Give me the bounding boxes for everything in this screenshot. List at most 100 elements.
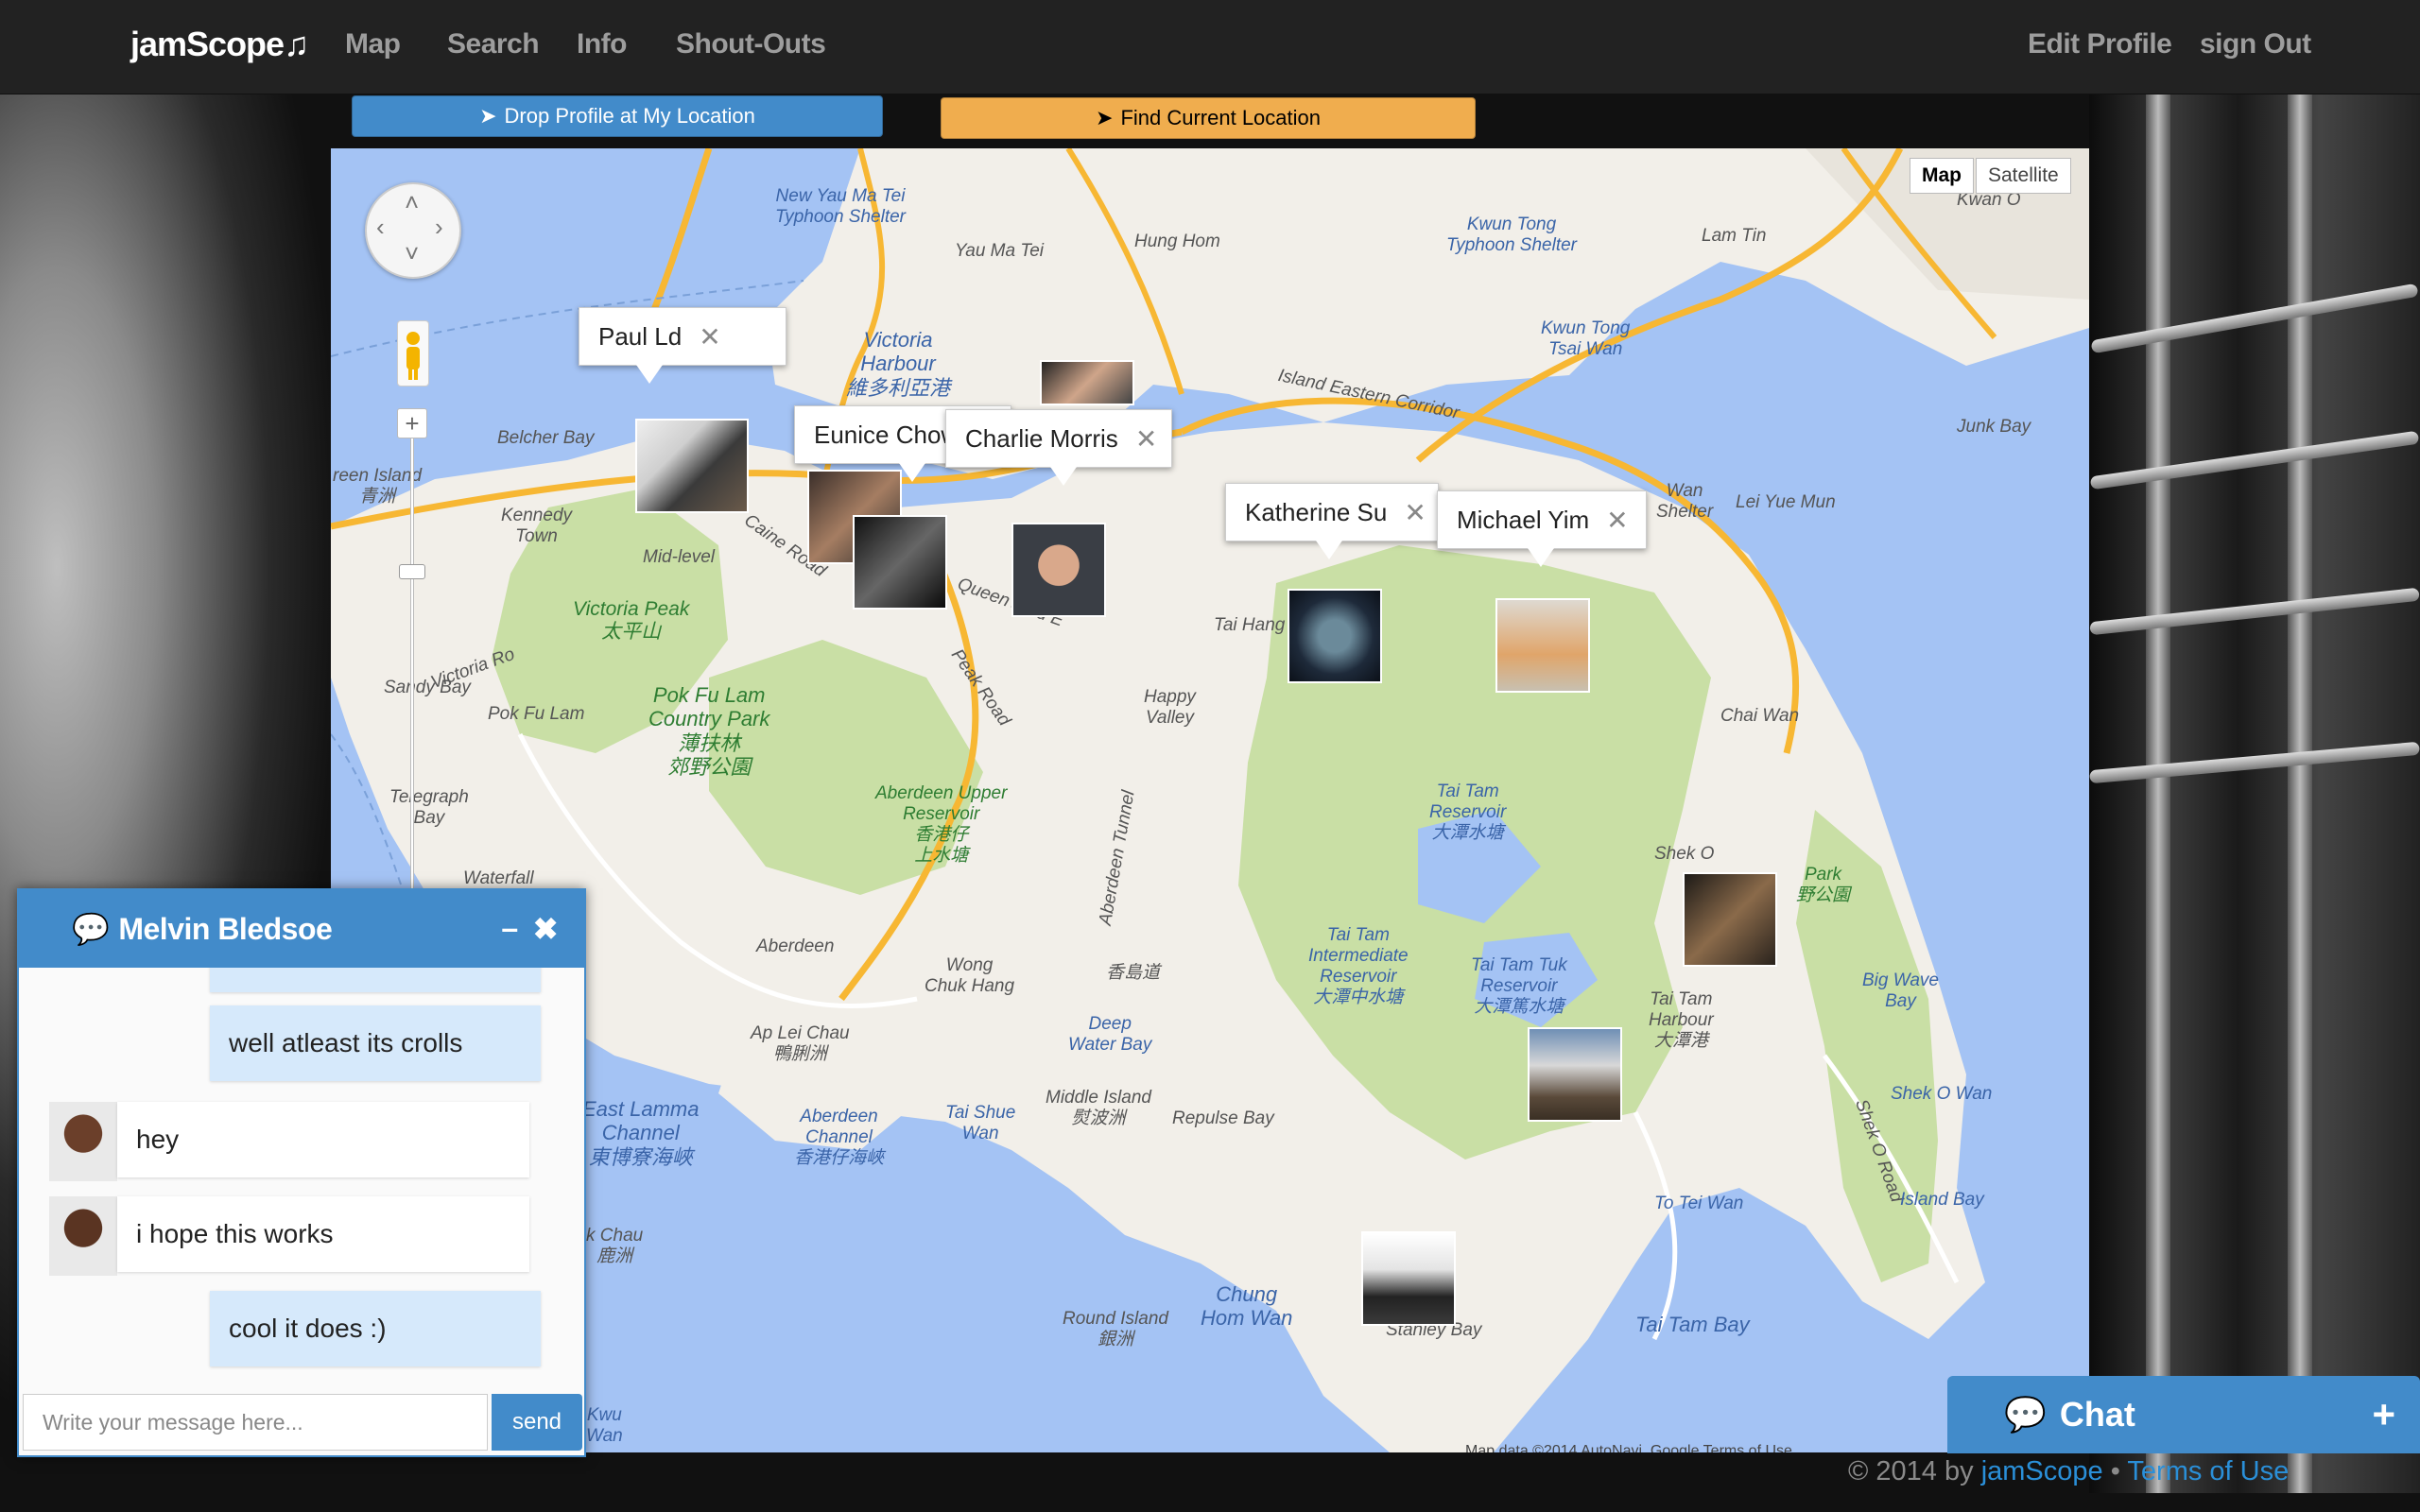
marker-avatar-michael-yim[interactable]	[1495, 598, 1590, 693]
pegman-figure	[406, 332, 420, 380]
chevron-down-icon[interactable]: ˅	[405, 239, 419, 268]
minimize-icon[interactable]: –	[501, 911, 518, 947]
footer-brand-link[interactable]: jamScope	[1981, 1456, 2103, 1486]
map-label: East Lamma Channel 東博寮海峽	[582, 1097, 700, 1169]
map-type-satellite-button[interactable]: Satellite	[1976, 158, 2071, 194]
footer: © 2014 by jamScope • Terms of Use	[1848, 1456, 2289, 1487]
map-label: Park 野公園	[1796, 865, 1851, 905]
chevron-left-icon[interactable]: ‹	[376, 213, 385, 242]
chat-tab[interactable]: 💬 Chat +	[1947, 1376, 2420, 1453]
map-label: Deep Water Bay	[1068, 1014, 1152, 1055]
plus-icon[interactable]: +	[2372, 1392, 2395, 1437]
guitar-string	[2089, 741, 2420, 784]
drop-profile-label: Drop Profile at My Location	[504, 104, 755, 128]
map-label: Kwu Wan	[586, 1405, 623, 1446]
marker-avatar-group[interactable]	[1683, 872, 1777, 967]
map-copyright[interactable]: Map data ©2014 AutoNavi, Google Terms of…	[1465, 1443, 1792, 1452]
marker-avatar-bw-photo[interactable]	[853, 515, 947, 610]
nav-map[interactable]: Map	[345, 28, 401, 60]
nav-search[interactable]: Search	[447, 28, 540, 60]
location-arrow-icon: ➤	[479, 104, 497, 128]
marker-avatar-paul-ld[interactable]	[635, 419, 749, 513]
map-label: Ap Lei Chau 鴨脷洲	[751, 1023, 850, 1064]
drop-profile-button[interactable]: ➤ Drop Profile at My Location	[352, 95, 883, 137]
nav-shout-outs[interactable]: Shout-Outs	[676, 28, 826, 60]
map-label: Big Wave Bay	[1862, 971, 1939, 1011]
map-label: Tai Tam Tuk Reservoir 大潭篤水塘	[1471, 955, 1567, 1017]
chevron-up-icon[interactable]: ˄	[405, 188, 419, 217]
map-label: Tai Hang	[1214, 615, 1286, 635]
guitar-photo	[2089, 94, 2420, 1493]
marker-avatar-katherine-su[interactable]	[1288, 589, 1382, 683]
map-label: Tai Tam Bay	[1635, 1313, 1750, 1336]
close-icon[interactable]: ✕	[699, 321, 720, 352]
marker-name: Eunice Chow	[814, 420, 959, 449]
close-icon[interactable]: ✖	[533, 911, 559, 947]
pan-control[interactable]: ˄ ˅ ‹ ›	[365, 182, 461, 279]
map-label: Tai Tam Reservoir 大潭水塘	[1429, 782, 1507, 843]
marker-infowindow-paul-ld[interactable]: Paul Ld ✕	[579, 307, 786, 384]
map-label: Shek O Wan	[1891, 1084, 1993, 1104]
chat-window: 💬 Melvin Bledsoe – ✖ well atleast its cr…	[17, 888, 586, 1457]
marker-infowindow-charlie-morris[interactable]: Charlie Morris ✕	[945, 409, 1172, 486]
marker-avatar-partial[interactable]	[1040, 360, 1134, 405]
find-location-label: Find Current Location	[1120, 106, 1321, 129]
close-icon[interactable]: ✕	[1606, 505, 1628, 536]
marker-infowindow-katherine-su[interactable]: Katherine Su ✕	[1225, 483, 1439, 559]
footer-separator: •	[2110, 1456, 2120, 1486]
chat-header[interactable]: 💬 Melvin Bledsoe – ✖	[19, 890, 584, 968]
marker-avatar-mountain[interactable]	[1528, 1027, 1622, 1122]
map-label: Pok Fu Lam	[488, 704, 585, 724]
map-label: Yau Ma Tei	[955, 241, 1044, 261]
zoom-slider-handle[interactable]	[399, 564, 425, 579]
map-label: Sandy Bay	[384, 678, 471, 697]
map-label: Shek O	[1654, 844, 1715, 864]
map-label: Repulse Bay	[1172, 1108, 1274, 1128]
chat-message: cool it does :)	[210, 1291, 541, 1366]
map-canvas[interactable]: New Yau Ma Tei Typhoon Shelter Yau Ma Te…	[331, 148, 2089, 1452]
map-label: Chai Wan	[1720, 706, 1800, 726]
map-label: To Tei Wan	[1654, 1194, 1744, 1213]
marker-name: Katherine Su	[1245, 497, 1388, 526]
send-button[interactable]: send	[492, 1394, 582, 1451]
chevron-right-icon[interactable]: ›	[435, 213, 443, 242]
street-view-pegman-icon[interactable]	[397, 320, 429, 387]
chat-message-input[interactable]: Write your message here...	[23, 1394, 488, 1451]
marker-avatar-stanley[interactable]	[1361, 1231, 1456, 1326]
brand-link[interactable]: jamScope♫	[130, 25, 309, 64]
marker-name: Charlie Morris	[965, 423, 1118, 453]
zoom-in-button[interactable]: +	[397, 408, 427, 438]
map-label: Wong Chuk Hang	[925, 955, 1015, 996]
chat-messages[interactable]: well atleast its crolls hey i hope this …	[19, 968, 584, 1388]
map-label: Mid-level	[643, 547, 716, 567]
zoom-slider-track[interactable]	[410, 422, 414, 914]
map-type-map-button[interactable]: Map	[1910, 158, 1974, 194]
find-location-button[interactable]: ➤ Find Current Location	[941, 97, 1476, 139]
nav-sign-out[interactable]: sign Out	[2200, 28, 2311, 60]
chat-message: hey	[117, 1102, 529, 1177]
close-icon[interactable]: ✕	[1135, 423, 1157, 455]
marker-avatar-charlie-morris[interactable]	[1011, 523, 1106, 617]
map-label: Victoria Peak 太平山	[573, 598, 690, 644]
chat-message-clipped	[210, 968, 541, 992]
guitar-string	[2089, 430, 2420, 490]
nav-edit-profile[interactable]: Edit Profile	[2028, 28, 2172, 60]
footer-terms-link[interactable]: Terms of Use	[2127, 1456, 2289, 1486]
map-label: reen Island 青洲	[333, 466, 423, 507]
navbar: jamScope♫ Map Search Info Shout-Outs Edi…	[0, 0, 2420, 94]
location-arrow-icon: ➤	[1096, 106, 1114, 129]
nav-info[interactable]: Info	[577, 28, 627, 60]
close-icon[interactable]: ✕	[1404, 497, 1426, 528]
map-label: Happy Valley	[1144, 687, 1196, 728]
marker-infowindow-michael-yim[interactable]: Michael Yim ✕	[1437, 490, 1647, 567]
map-label: Tai Tam Harbour 大潭港	[1649, 989, 1714, 1051]
chat-message: well atleast its crolls	[210, 1005, 541, 1081]
map-label: New Yau Ma Tei Typhoon Shelter	[775, 186, 907, 227]
map-label: Wan Shelter	[1656, 481, 1714, 522]
map-label: Telegraph Bay	[389, 787, 469, 828]
map-label: k Chau 鹿洲	[586, 1226, 644, 1266]
map-label: Kwun Tong Tsai Wan	[1541, 318, 1631, 359]
marker-name: Michael Yim	[1457, 505, 1590, 534]
brand-text: jamScope	[130, 25, 285, 63]
guitar-fret	[2146, 94, 2170, 1493]
